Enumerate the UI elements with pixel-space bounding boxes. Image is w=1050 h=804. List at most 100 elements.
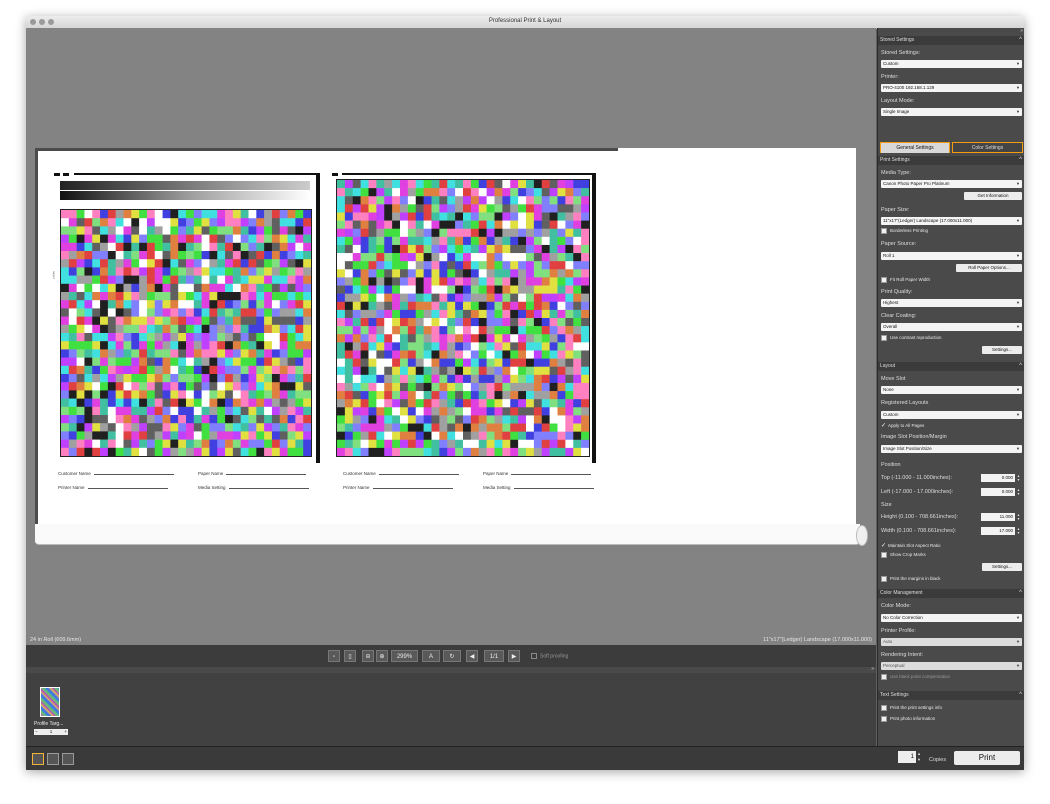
printer-profile-label: Printer Profile: [881, 628, 916, 634]
width-input[interactable]: 17.000 [981, 527, 1015, 535]
stored-settings-header[interactable]: Stored Settings ^ [878, 36, 1024, 45]
borderless-printing-checkbox[interactable]: Borderless Printing [881, 228, 928, 234]
media-setting-field: Media Setting [483, 485, 594, 490]
color-mode-select[interactable]: No Color Correction ▼ [881, 614, 1022, 622]
print-quality-label: Print Quality: [881, 289, 913, 295]
stored-settings-select[interactable]: Custom ▼ [881, 60, 1022, 68]
customer-name-field: Customer Name [58, 471, 174, 476]
paper-source-select[interactable]: Roll 1 ▼ [881, 252, 1022, 260]
layout-mode-select[interactable]: Single Image ▼ [881, 108, 1022, 116]
black-point-checkbox[interactable]: Use black point compensation [881, 674, 950, 680]
media-type-select[interactable]: Canon Photo Paper Pro Platinum ▼ [881, 180, 1022, 188]
left-label: Left (-17.000 - 17.000inches): [881, 489, 954, 495]
paper-name-field: Paper Name [198, 471, 307, 476]
status-bar: 24 in Roll (609.6mm) 11"x17"(Ledger) Lan… [26, 635, 876, 645]
collapse-panel-icon[interactable]: » [1020, 28, 1023, 34]
margins-black-checkbox[interactable]: Print the margins in black [881, 576, 941, 582]
chevron-up-icon: ^ [1019, 692, 1022, 698]
previous-page-icon[interactable]: ◀ [466, 650, 478, 662]
print-settings-header[interactable]: Print Settings ^ [878, 156, 1024, 165]
chevron-down-icon: ▼ [1016, 61, 1020, 66]
chevron-down-icon[interactable]: » [871, 666, 874, 672]
print-button[interactable]: Print [954, 751, 1020, 765]
get-information-button[interactable]: Get Information [964, 192, 1022, 200]
thumbnail-label: Profile Targ... [34, 721, 64, 727]
print-settings-button[interactable]: Settings... [982, 346, 1022, 354]
preview-toolbar: ▫ ▯ ⊖ ⊕ 299% A ↻ ◀ 1/1 ▶ Soft proofing [26, 645, 876, 667]
registered-layouts-label: Registered Layouts [881, 400, 929, 406]
chevron-down-icon: ▼ [1016, 109, 1020, 114]
tab-general-settings[interactable]: General Settings [880, 142, 950, 153]
print-quality-select[interactable]: Highest ▼ [881, 299, 1022, 307]
zoom-level[interactable]: 299% [391, 650, 418, 662]
thumbnail-count-stepper[interactable]: −1 + [34, 729, 68, 735]
layout-header[interactable]: Layout ^ [878, 362, 1024, 371]
size-label: Size [881, 502, 892, 508]
chevron-down-icon: ▼ [1016, 639, 1020, 644]
soft-proofing-checkbox[interactable]: Soft proofing [531, 653, 568, 659]
split-view-icon[interactable] [47, 753, 59, 765]
preview-canvas[interactable]: target Customer Name Paper Name Printer … [26, 28, 876, 646]
rotate-icon[interactable]: ↻ [443, 650, 461, 662]
stored-settings-label: Stored Settings: [881, 50, 921, 56]
clear-coating-select[interactable]: Overall ▼ [881, 323, 1022, 331]
zoom-out-icon[interactable]: ⊖ [362, 650, 374, 662]
top-stepper[interactable]: ▲ ▼ [1016, 474, 1021, 482]
single-view-icon[interactable] [32, 753, 44, 765]
layout-mode-label: Layout Mode: [881, 98, 915, 104]
height-input[interactable]: 11.000 [981, 513, 1015, 521]
roll-paper-options-button[interactable]: Roll Paper Options... [956, 264, 1022, 272]
layout-settings-button[interactable]: Settings... [982, 563, 1022, 571]
paper-size-label: Paper Size: [881, 207, 910, 213]
thumbnail-strip: Profile Targ... −1 + [26, 673, 876, 746]
chevron-down-icon: ▼ [1016, 663, 1020, 668]
printer-select[interactable]: PRO-4100 192.168.1.129 ▼ [881, 84, 1022, 92]
side-view-icon[interactable] [62, 753, 74, 765]
print-settings-info-checkbox[interactable]: Print the print settings info [881, 705, 942, 711]
color-management-header[interactable]: Color Management ^ [878, 589, 1024, 598]
sheet-side-text: target [52, 271, 56, 279]
registered-layouts-select[interactable]: Custom ▼ [881, 411, 1022, 419]
text-tool-icon[interactable]: A [422, 650, 440, 662]
move-slot-label: Move Slot [881, 376, 906, 382]
contrast-reproduction-checkbox[interactable]: Use contrast reproduction [881, 335, 942, 341]
thumbnail-image[interactable] [40, 687, 60, 717]
text-settings-header[interactable]: Text Settings ^ [878, 691, 1024, 700]
media-type-label: Media Type: [881, 170, 911, 176]
color-target-chart [336, 179, 590, 457]
left-stepper[interactable]: ▲ ▼ [1016, 488, 1021, 496]
page-out-icon[interactable]: ▯ [344, 650, 356, 662]
fit-roll-paper-checkbox[interactable]: Fit Roll Paper Width [881, 277, 930, 283]
maintain-aspect-checkbox[interactable]: ✓ Maintain Slot Aspect Ratio [881, 542, 941, 549]
show-crop-marks-checkbox[interactable]: Show Crop Marks [881, 552, 926, 558]
zoom-in-icon[interactable]: ⊕ [376, 650, 388, 662]
page-icon[interactable]: ▫ [328, 650, 340, 662]
grey-ramp [60, 181, 310, 190]
paper-info: 11"x17"(Ledger) Landscape (17.000x11.000… [763, 637, 872, 643]
chevron-down-icon: ▼ [1016, 387, 1020, 392]
width-stepper[interactable]: ▲ ▼ [1016, 527, 1021, 535]
top-input[interactable]: 0.000 [981, 474, 1015, 482]
position-label: Position [881, 462, 901, 468]
next-page-icon[interactable]: ▶ [508, 650, 520, 662]
image-slot-select[interactable]: Image Slot Position/Size ▼ [881, 445, 1022, 453]
registration-bar [74, 173, 320, 175]
height-stepper[interactable]: ▲ ▼ [1016, 513, 1021, 521]
printer-profile-select[interactable]: Auto ▼ [881, 638, 1022, 646]
print-photo-info-checkbox[interactable]: Print photo information [881, 716, 935, 722]
printer-name-field: Printer Name [58, 485, 168, 490]
print-sheet[interactable]: target Customer Name Paper Name Printer … [35, 148, 621, 527]
page-number: 1/1 [484, 650, 504, 662]
apply-all-pages-checkbox[interactable]: ✓ Apply to All Pages [881, 422, 924, 429]
left-input[interactable]: 0.000 [981, 488, 1015, 496]
copies-stepper[interactable]: ▲ ▼ [917, 751, 923, 763]
bottom-bar: 1 ▲ ▼ Copies Print [26, 746, 1024, 770]
registration-mark [63, 173, 69, 176]
image-slot-label: Image Slot Position/Margin [881, 434, 947, 440]
paper-size-select[interactable]: 11"x17"(Ledger) Landscape (17.000x11.000… [881, 217, 1022, 225]
chevron-up-icon: ^ [1019, 37, 1022, 43]
copies-input[interactable]: 1 [898, 751, 916, 763]
rendering-intent-select[interactable]: Perceptual ▼ [881, 662, 1022, 670]
tab-color-settings[interactable]: Color Settings [952, 142, 1023, 153]
move-slot-select[interactable]: None ▼ [881, 386, 1022, 394]
